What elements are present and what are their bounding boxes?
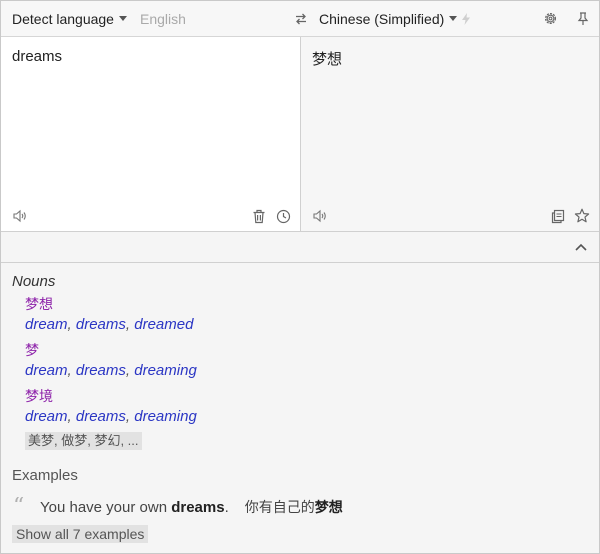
separator: , — [125, 408, 131, 425]
back-translations: dream, dreams, dreaming — [25, 406, 197, 427]
example-source: You have your own dreams. — [40, 499, 229, 516]
copy-icon[interactable] — [549, 207, 567, 225]
dictionary-entry: 梦境 dream, dreams, dreaming — [25, 387, 197, 427]
translator-window: Detect language English Chinese (Simplif… — [0, 0, 600, 554]
source-language-label: Detect language — [12, 10, 114, 27]
back-translation[interactable]: dreaming — [134, 362, 197, 379]
target-language-label: Chinese (Simplified) — [319, 10, 445, 27]
example-highlight: 梦想 — [314, 499, 343, 515]
speaker-icon[interactable] — [311, 207, 329, 225]
separator: , — [67, 408, 72, 425]
chevron-up-icon[interactable] — [574, 240, 588, 254]
chevron-down-icon — [118, 16, 127, 21]
language-toolbar: Detect language English Chinese (Simplif… — [1, 1, 599, 37]
separator: , — [125, 362, 131, 379]
detected-language-label: English — [140, 10, 186, 27]
star-icon[interactable] — [573, 207, 591, 225]
show-all-examples-button[interactable]: Show all 7 examples — [12, 525, 149, 543]
back-translation[interactable]: dreams — [76, 408, 126, 425]
example-item: “ You have your own dreams. 你有自己的梦想 — [13, 497, 343, 517]
example-highlight: dreams — [171, 498, 225, 516]
example-translation: 你有自己的梦想 — [245, 497, 343, 517]
back-translation[interactable]: dreams — [76, 316, 126, 333]
swap-icon[interactable] — [293, 1, 309, 36]
source-text[interactable]: dreams — [12, 48, 62, 65]
example-text: . — [224, 498, 229, 516]
separator: , — [67, 362, 72, 379]
source-language-select[interactable]: Detect language — [12, 1, 127, 36]
target-pane: 梦想 — [301, 37, 599, 231]
back-translation[interactable]: dream — [25, 362, 68, 379]
clock-icon[interactable] — [274, 207, 292, 225]
back-translation[interactable]: dreaming — [134, 408, 197, 425]
pin-icon[interactable] — [576, 1, 590, 36]
back-translation[interactable]: dreamed — [134, 316, 193, 333]
source-pane[interactable]: dreams — [1, 37, 301, 231]
part-of-speech-label: Nouns — [12, 273, 56, 290]
separator: , — [67, 316, 72, 333]
back-translations: dream, dreams, dreamed — [25, 314, 193, 335]
quote-icon: “ — [13, 497, 25, 517]
gear-icon[interactable] — [542, 1, 558, 36]
dictionary-collapse-bar — [1, 231, 599, 263]
trash-icon[interactable] — [250, 207, 268, 225]
back-translation[interactable]: dreams — [76, 362, 126, 379]
target-language-select[interactable]: Chinese (Simplified) — [319, 1, 458, 36]
translation-text: 梦想 — [312, 51, 343, 68]
back-translation[interactable]: dream — [25, 408, 68, 425]
back-translation[interactable]: dream — [25, 316, 68, 333]
examples-heading: Examples — [12, 467, 78, 484]
example-text: You have your own — [40, 498, 172, 516]
back-translations: dream, dreams, dreaming — [25, 360, 197, 381]
lightning-icon[interactable] — [460, 1, 472, 36]
dictionary-entry: 梦想 dream, dreams, dreamed — [25, 295, 193, 335]
dictionary-entry: 梦 dream, dreams, dreaming — [25, 341, 197, 381]
speaker-icon[interactable] — [11, 207, 29, 225]
dictionary-word[interactable]: 梦境 — [25, 387, 197, 406]
dictionary-word[interactable]: 梦想 — [25, 295, 193, 314]
chevron-down-icon — [449, 16, 458, 21]
dictionary-word[interactable]: 梦 — [25, 341, 197, 360]
more-translations-chip[interactable]: 美梦, 做梦, 梦幻, ... — [25, 432, 142, 450]
example-text: 你有自己的 — [244, 499, 315, 515]
separator: , — [125, 316, 131, 333]
